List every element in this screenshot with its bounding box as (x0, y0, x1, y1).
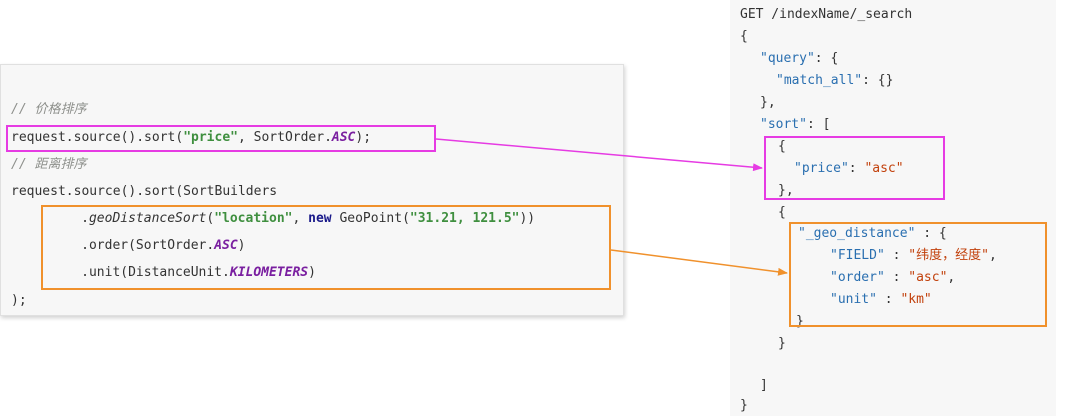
connector-arrows (435, 138, 788, 276)
arrow-geo-sort (610, 249, 788, 276)
arrow-price-sort (435, 138, 763, 172)
